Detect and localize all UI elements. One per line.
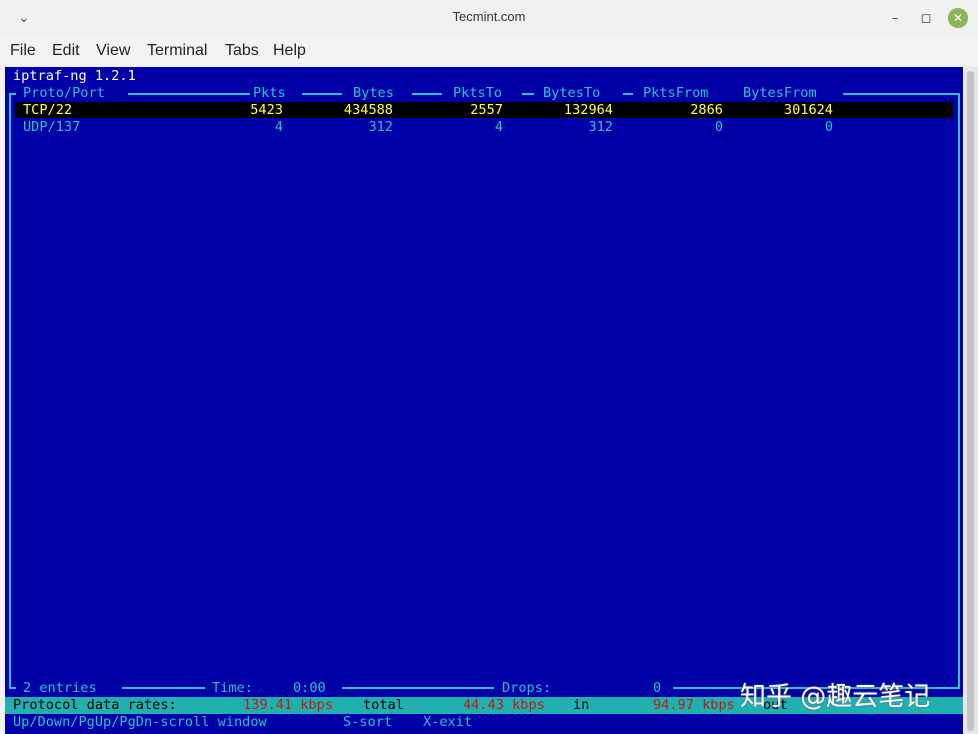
col-header-pkts: Pkts xyxy=(253,85,286,101)
menu-bar: File Edit View Terminal Tabs Help xyxy=(0,36,978,66)
col-header-proto: Proto/Port xyxy=(23,85,105,101)
row-bytesto: 312 xyxy=(588,119,613,135)
window-title: Tecmint.com xyxy=(452,9,526,24)
box-border-top-seg xyxy=(128,93,250,95)
drops-label: Drops: xyxy=(502,680,552,696)
drops-value: 0 xyxy=(653,680,662,696)
row-bytesfrom: 301624 xyxy=(783,102,833,118)
col-header-pktsto: PktsTo xyxy=(453,85,503,101)
row-pktsfrom: 2866 xyxy=(690,102,723,118)
box-border-bottom-seg xyxy=(122,687,205,689)
row-bytes: 434588 xyxy=(343,102,393,118)
row-pktsfrom: 0 xyxy=(714,119,723,135)
time-value: 0:00 xyxy=(293,680,326,696)
box-border-left xyxy=(9,93,11,689)
box-border-right xyxy=(958,93,960,689)
box-border-bottom-seg xyxy=(342,687,494,689)
menu-file[interactable]: File xyxy=(10,42,36,60)
help-scroll: Up/Down/PgUp/PgDn-scroll window xyxy=(13,714,267,730)
row-proto[interactable]: UDP/137 xyxy=(23,119,80,136)
col-header-pktsfrom: PktsFrom xyxy=(643,85,709,101)
box-border-top-seg xyxy=(522,93,534,95)
terminal-area[interactable]: iptraf-ng 1.2.1 Proto/Port Pkts Bytes Pk… xyxy=(5,67,963,734)
app-title: iptraf-ng 1.2.1 xyxy=(13,68,136,84)
maximize-icon[interactable]: ◻ xyxy=(917,10,935,28)
entries-count: 2 entries xyxy=(23,680,97,696)
row-proto: TCP/22 xyxy=(23,102,73,118)
row-pktsto: 4 xyxy=(494,119,503,135)
rate-total-label: total xyxy=(363,697,404,713)
menu-view[interactable]: View xyxy=(96,42,130,60)
menu-edit[interactable]: Edit xyxy=(52,42,80,60)
minimize-icon[interactable]: – xyxy=(886,10,904,28)
terminal-scrollbar[interactable] xyxy=(964,67,978,734)
box-border-top-seg xyxy=(623,93,633,95)
menu-terminal[interactable]: Terminal xyxy=(147,42,207,60)
row-bytes: 312 xyxy=(368,119,393,135)
col-header-bytesto: BytesTo xyxy=(543,85,601,101)
box-border-bottom-seg xyxy=(9,687,16,689)
help-sort: S-sort xyxy=(343,714,393,730)
row-bytesfrom: 0 xyxy=(824,119,833,135)
box-border-top-seg xyxy=(9,93,16,95)
row-pkts: 5423 xyxy=(250,102,283,118)
menu-help[interactable]: Help xyxy=(273,42,306,60)
row-pkts: 4 xyxy=(274,119,283,135)
rate-in-label: in xyxy=(573,697,590,713)
box-border-top-seg xyxy=(412,93,442,95)
col-header-bytes: Bytes xyxy=(353,85,394,101)
terminal-window: ⌄ Tecmint.com – ◻ ✕ File Edit View Termi… xyxy=(0,0,978,734)
row-bytesto: 132964 xyxy=(563,102,613,118)
rate-out-value: 94.97 kbps xyxy=(653,697,735,713)
row-pktsto: 2557 xyxy=(470,102,503,118)
box-border-top-seg xyxy=(843,93,960,95)
rates-label: Protocol data rates: xyxy=(13,697,177,713)
menu-tabs[interactable]: Tabs xyxy=(225,42,259,60)
scrollbar-thumb[interactable] xyxy=(967,71,974,731)
rate-in-value: 44.43 kbps xyxy=(463,697,545,713)
help-exit: X-exit xyxy=(423,714,473,730)
time-label: Time: xyxy=(212,680,253,696)
rate-total-value: 139.41 kbps xyxy=(243,697,334,713)
title-bar[interactable]: ⌄ Tecmint.com – ◻ ✕ xyxy=(0,0,978,36)
close-icon[interactable]: ✕ xyxy=(948,8,968,28)
col-header-bytesfrom: BytesFrom xyxy=(743,85,817,101)
watermark: 知乎 @趣云笔记 xyxy=(740,682,931,712)
box-border-top-seg xyxy=(302,93,342,95)
